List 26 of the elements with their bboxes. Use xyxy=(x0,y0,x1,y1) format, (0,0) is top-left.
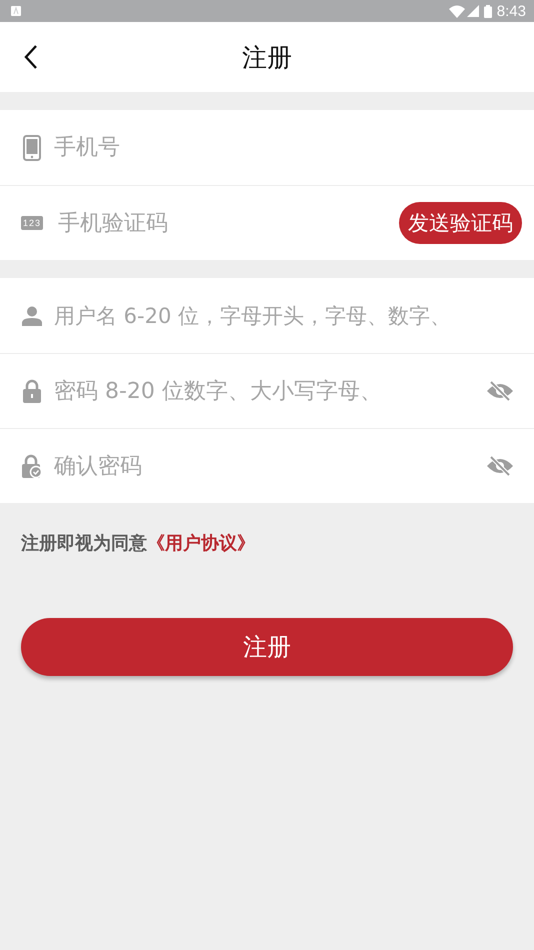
username-field[interactable]: 用户名 6-20 位，字母开头，字母、数字、 xyxy=(0,278,534,353)
phone-icon xyxy=(23,134,41,160)
wifi-icon xyxy=(448,4,465,18)
agreement-text: 注册即视为同意《用户协议》 xyxy=(21,532,256,555)
code-field[interactable]: 手机验证码 xyxy=(54,210,399,236)
phone-input[interactable]: 手机号 xyxy=(54,135,514,160)
lock-icon xyxy=(23,379,41,403)
user-agreement-link[interactable]: 《用户协议》 xyxy=(147,533,255,554)
eye-off-icon[interactable] xyxy=(486,380,514,402)
username-input[interactable]: 用户名 6-20 位，字母开头，字母、数字、 xyxy=(54,304,534,328)
status-time: 8:43 xyxy=(496,2,526,20)
page-title: 注册 xyxy=(242,42,292,74)
code-icon: 123 xyxy=(20,216,44,230)
password-input[interactable]: 密码 8-20 位数字、大小写字母、 xyxy=(54,378,456,404)
lock-check-icon xyxy=(22,454,42,478)
send-code-button[interactable]: 发送验证码 xyxy=(399,202,522,244)
battery-icon xyxy=(484,4,492,18)
person-icon xyxy=(22,306,42,326)
confirm-password-input[interactable]: 确认密码 xyxy=(54,454,486,478)
signal-icon xyxy=(466,5,479,17)
password-field[interactable]: 密码 8-20 位数字、大小写字母、 xyxy=(0,353,534,428)
confirm-password-field[interactable]: 确认密码 xyxy=(0,428,534,503)
eye-off-icon[interactable] xyxy=(486,455,514,477)
notification-icon xyxy=(10,5,22,17)
register-button[interactable]: 注册 xyxy=(21,618,513,676)
phone-field[interactable]: 手机号 xyxy=(0,110,534,185)
